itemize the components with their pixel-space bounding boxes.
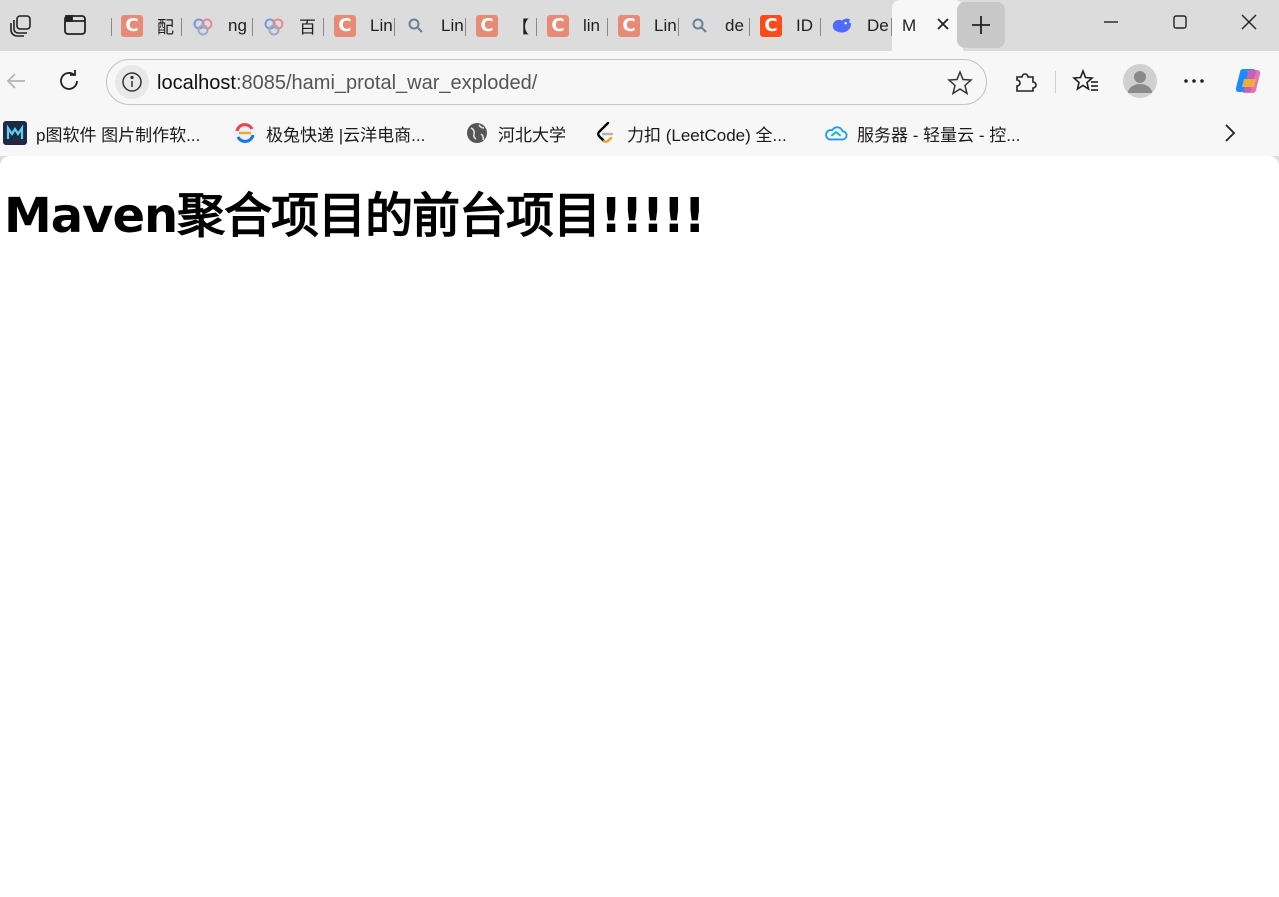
tab-title: Lin <box>654 15 677 35</box>
vertical-tabs-icon[interactable] <box>58 8 92 42</box>
url-host: localhost <box>157 72 236 94</box>
bookmark-item[interactable]: 服务器 - 轻量云 - 控... <box>824 120 1020 146</box>
tab[interactable]: C Lin <box>324 8 395 44</box>
csdn-icon: C <box>760 14 782 37</box>
tab-title: Lin <box>441 15 464 35</box>
tab-title: 【 <box>512 18 529 37</box>
tab[interactable]: C ID <box>750 8 821 44</box>
csdn-icon: C <box>476 14 498 37</box>
page-heading: Maven聚合项目的前台项目!!!!! <box>4 188 706 244</box>
tab-title: 配 <box>157 18 174 37</box>
tab[interactable]: C lin <box>537 8 608 44</box>
toolbar-divider <box>1055 71 1056 93</box>
jitu-express-icon <box>233 121 257 145</box>
tab-title: De <box>867 15 889 35</box>
tab[interactable]: C Lin <box>608 8 679 44</box>
tab-title: ng <box>228 15 247 35</box>
cloud-icon <box>824 121 848 145</box>
site-info-icon[interactable] <box>115 65 149 99</box>
tab-list: C 配 ng 百 C Lin Lin C 【 C lin C Lin de C … <box>111 0 963 51</box>
tab[interactable]: De <box>821 8 892 44</box>
maximize-button[interactable] <box>1146 0 1214 44</box>
search-icon <box>405 15 427 37</box>
bookmark-item[interactable]: 极兔快递 |云洋电商... <box>233 120 425 146</box>
close-window-button[interactable] <box>1215 0 1279 44</box>
more-menu-icon[interactable] <box>1176 63 1212 99</box>
workspaces-icon[interactable] <box>4 8 38 42</box>
globe-icon <box>465 121 489 145</box>
copilot-icon[interactable] <box>1232 63 1268 99</box>
favorites-icon[interactable] <box>1068 63 1104 99</box>
search-icon <box>689 15 711 37</box>
chevron-right-icon[interactable] <box>1217 120 1243 146</box>
tab-title: M <box>902 15 917 35</box>
tab[interactable]: Lin <box>395 8 466 44</box>
bookmark-item[interactable]: 河北大学 <box>465 120 566 146</box>
leetcode-icon <box>594 121 618 145</box>
bookmark-label: p图软件 图片制作软... <box>36 125 201 145</box>
browser-toolbar: localhost:8085/hami_protal_war_exploded/ <box>0 51 1279 111</box>
tab[interactable]: C 配 <box>111 8 182 44</box>
tab-title: Lin <box>370 15 393 35</box>
baidu-paw-icon <box>263 15 285 37</box>
tab[interactable]: C 【 <box>466 8 537 44</box>
bookmark-label: 河北大学 <box>498 125 566 145</box>
deepseek-icon <box>831 15 853 37</box>
refresh-button[interactable] <box>51 63 87 99</box>
tab[interactable]: de <box>679 8 750 44</box>
bookmark-label: 服务器 - 轻量云 - 控... <box>857 125 1021 145</box>
extensions-icon[interactable] <box>1007 63 1043 99</box>
tab-title: de <box>725 15 744 35</box>
csdn-icon: C <box>618 14 640 37</box>
photo-app-icon <box>3 121 27 145</box>
address-bar[interactable]: localhost:8085/hami_protal_war_exploded/ <box>106 59 987 105</box>
url-path: :8085/hami_protal_war_exploded/ <box>235 72 538 94</box>
tab[interactable]: 百 <box>253 8 324 44</box>
favorite-star-icon[interactable] <box>946 69 974 97</box>
tab[interactable]: ng <box>182 8 253 44</box>
profile-avatar[interactable] <box>1120 61 1160 101</box>
bookmarks-bar: p图软件 图片制作软... 极兔快递 |云洋电商... 河北大学 力扣 (Lee… <box>0 111 1279 156</box>
baidu-paw-icon <box>192 15 214 37</box>
bookmark-label: 极兔快递 |云洋电商... <box>266 125 426 145</box>
tab-active[interactable]: M <box>892 0 963 51</box>
back-button[interactable] <box>0 63 34 99</box>
minimize-button[interactable] <box>1077 0 1145 44</box>
close-tab-icon[interactable] <box>933 14 953 34</box>
tab-strip: C 配 ng 百 C Lin Lin C 【 C lin C Lin de C … <box>0 0 1279 51</box>
tab-title: ID <box>796 15 813 35</box>
url-text[interactable]: localhost:8085/hami_protal_war_exploded/ <box>157 72 537 95</box>
new-tab-button[interactable] <box>957 2 1005 48</box>
page-viewport: Maven聚合项目的前台项目!!!!! <box>0 156 1279 897</box>
bookmark-item[interactable]: 力扣 (LeetCode) 全... <box>594 120 787 146</box>
bookmark-item[interactable]: p图软件 图片制作软... <box>3 120 200 146</box>
bookmark-label: 力扣 (LeetCode) 全... <box>627 125 787 145</box>
csdn-icon: C <box>547 14 569 37</box>
csdn-icon: C <box>334 14 356 37</box>
tab-title: lin <box>583 15 601 35</box>
csdn-icon: C <box>121 14 143 37</box>
tab-title: 百 <box>299 18 316 37</box>
